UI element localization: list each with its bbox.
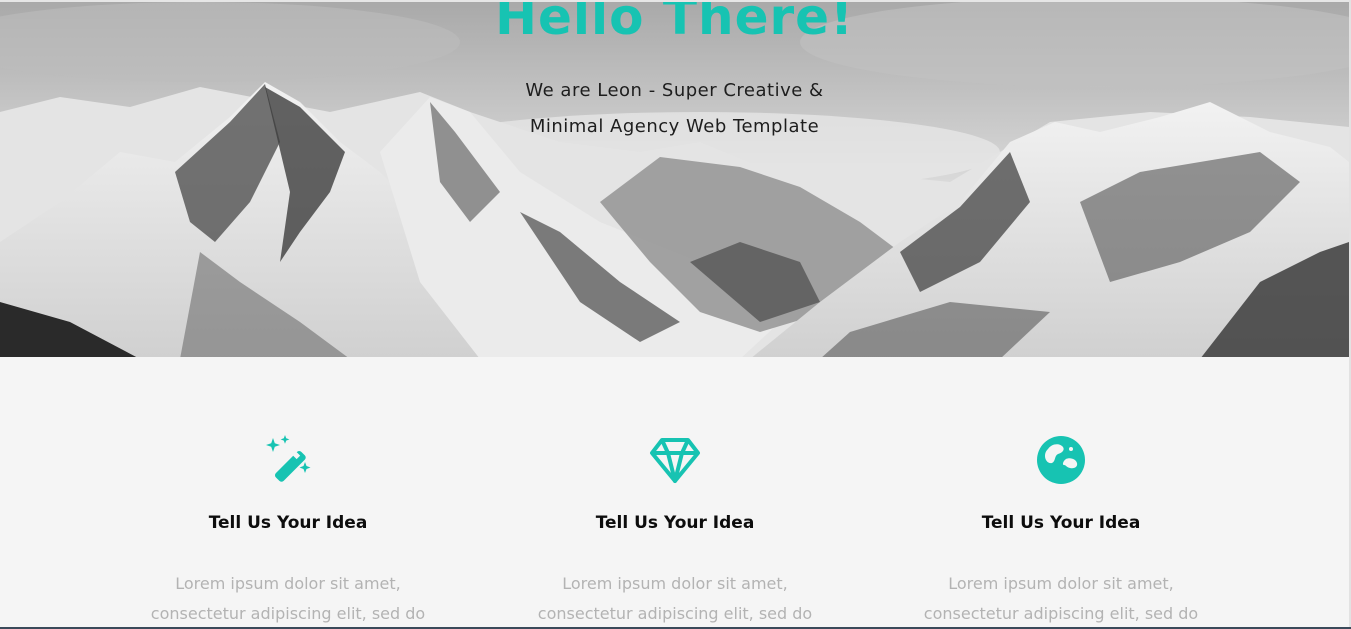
hero-subtitle-line2: Minimal Agency Web Template	[529, 116, 820, 137]
feature-text-line2: consectetur adipiscing elit, sed do	[150, 604, 426, 623]
feature-text-line2: consectetur adipiscing elit, sed do	[537, 604, 813, 623]
hero-section: Hello There! We are Leon - Super Creativ…	[0, 0, 1349, 357]
feature-text-line2: consectetur adipiscing elit, sed do	[923, 604, 1199, 623]
feature-title: Tell Us Your Idea	[595, 513, 755, 533]
hero-title: Hello There!	[495, 0, 854, 46]
mountain-background-image	[0, 2, 1349, 357]
feature-title: Tell Us Your Idea	[208, 513, 368, 533]
features-section: Tell Us Your Idea Lorem ipsum dolor sit …	[0, 357, 1349, 629]
diamond-icon	[650, 438, 700, 483]
magic-wand-icon	[266, 435, 311, 482]
feature-text-line1: Lorem ipsum dolor sit amet,	[948, 574, 1174, 593]
feature-text-line1: Lorem ipsum dolor sit amet,	[175, 574, 401, 593]
feature-text: Lorem ipsum dolor sit amet, consectetur …	[510, 569, 840, 629]
feature-text-line1: Lorem ipsum dolor sit amet,	[562, 574, 788, 593]
hero-subtitle-line1: We are Leon - Super Creative &	[525, 80, 824, 101]
feature-text: Lorem ipsum dolor sit amet, consectetur …	[896, 569, 1226, 629]
feature-title: Tell Us Your Idea	[981, 513, 1141, 533]
feature-text: Lorem ipsum dolor sit amet, consectetur …	[123, 569, 453, 629]
globe-icon	[1037, 436, 1085, 484]
